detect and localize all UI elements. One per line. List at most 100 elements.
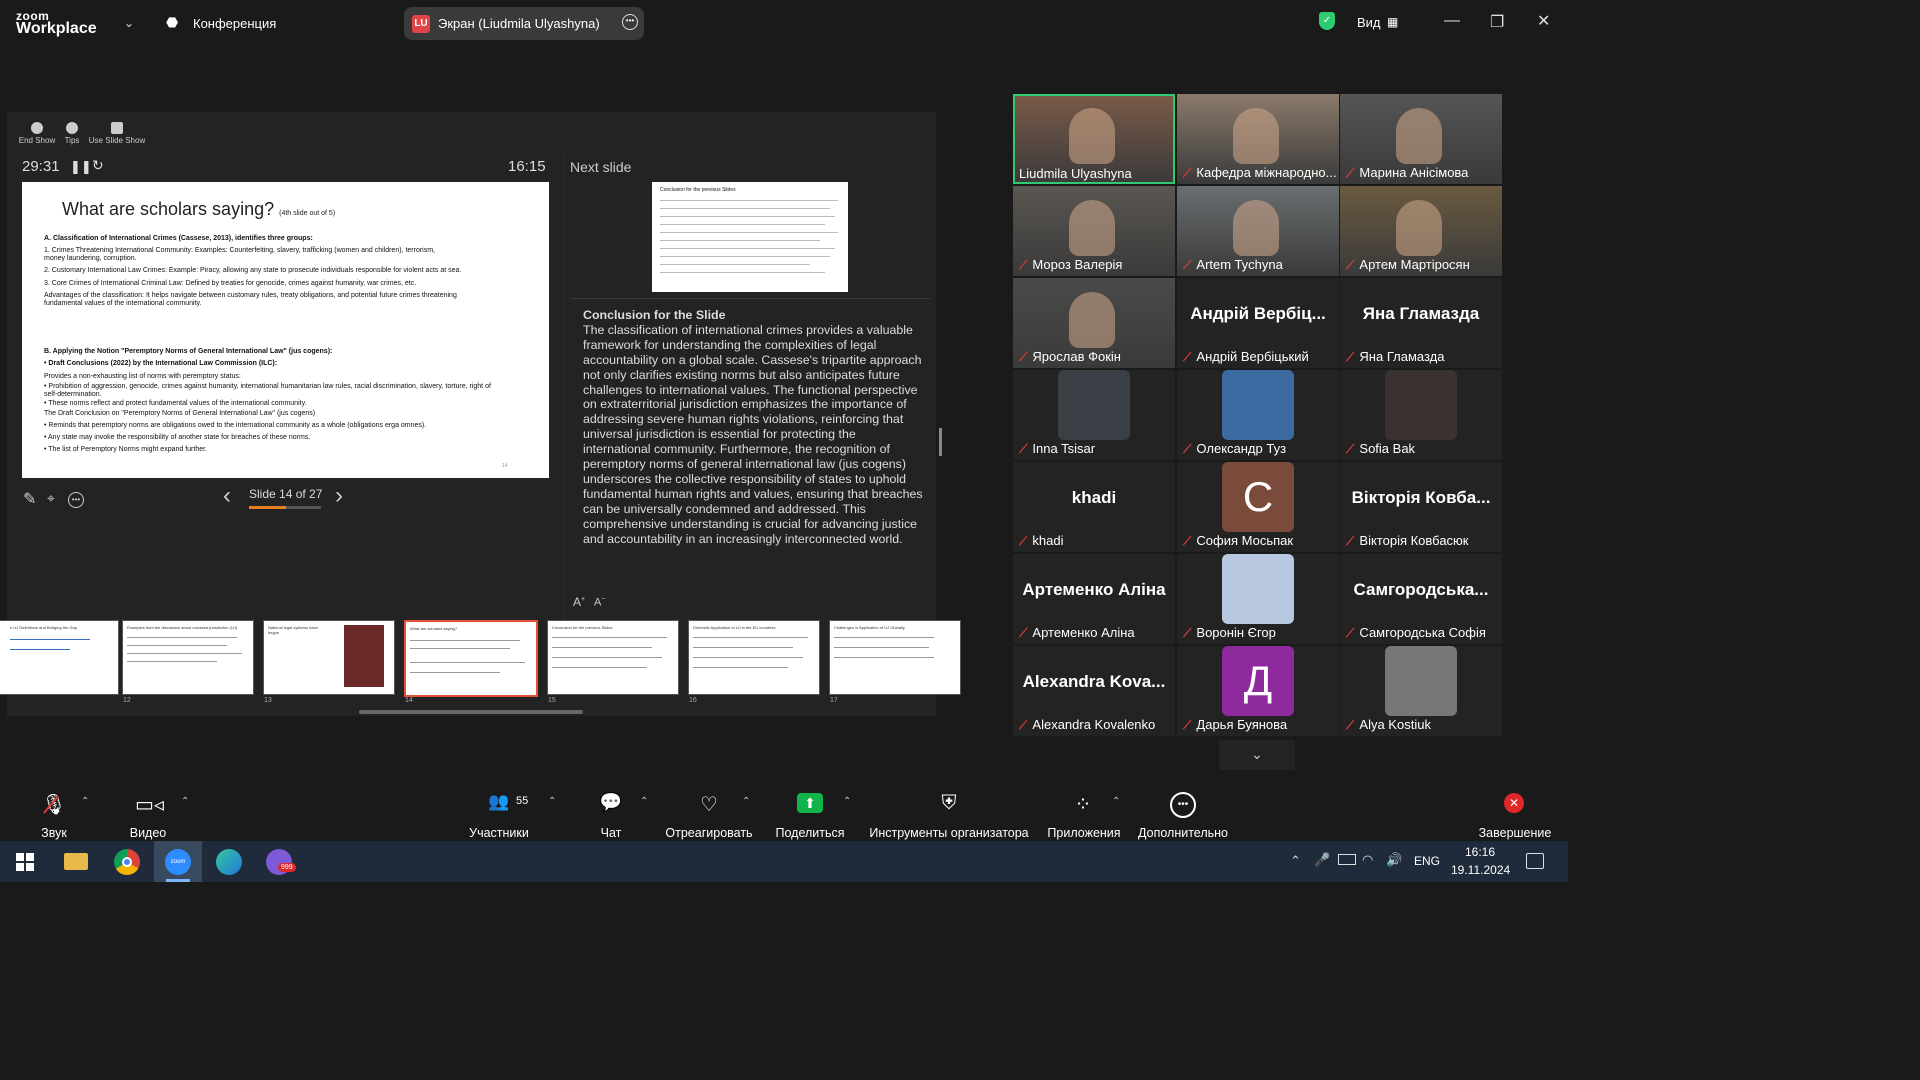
laser-pointer-icon[interactable]: ⌖ <box>47 490 55 507</box>
chevron-up-icon[interactable]: ⌃ <box>548 796 556 807</box>
view-button[interactable]: Вид <box>1357 15 1381 30</box>
participant-tile[interactable]: Артеменко Аліна ⟋ Артеменко Аліна <box>1013 554 1175 644</box>
participant-tile[interactable]: Alexandra Kova... ⟋ Alexandra Kovalenko <box>1013 646 1175 736</box>
participant-tile[interactable]: ⟋ Олександр Туз <box>1177 370 1339 460</box>
chat-icon[interactable]: 💬 <box>598 792 624 813</box>
resize-handle[interactable] <box>939 428 942 456</box>
slide-thumbnail[interactable]: Conclusion for the previous Slides <box>547 620 679 695</box>
more-options-icon[interactable]: ••• <box>622 14 638 30</box>
decrease-font-icon[interactable]: A− <box>594 596 605 609</box>
slide-thumbnail[interactable]: Examples from the discussion about unive… <box>122 620 254 695</box>
previous-slide-icon[interactable]: ‹ <box>223 482 231 510</box>
edge-icon[interactable] <box>216 849 242 875</box>
heart-icon[interactable]: ♡ <box>696 792 722 817</box>
slide-thumbnail[interactable]: Challenges in Application of UJ Globally <box>829 620 961 695</box>
text-line <box>834 647 929 648</box>
react-button[interactable]: Отреагировать <box>664 826 754 840</box>
more-icon[interactable]: ••• <box>1170 792 1196 818</box>
video-button[interactable]: Видео <box>122 826 174 840</box>
chevron-up-icon[interactable]: ⌃ <box>843 796 851 807</box>
slide-thumbnail-current[interactable]: What are scholars saying? <box>404 620 538 697</box>
chevron-up-icon[interactable]: ⌃ <box>1290 853 1301 869</box>
wifi-icon[interactable]: ◠ <box>1362 852 1373 868</box>
tips-button[interactable]: Tips <box>62 122 82 145</box>
end-show-button[interactable]: End Show <box>17 122 57 145</box>
participant-tile[interactable]: ⟋ Alya Kostiuk <box>1340 646 1502 736</box>
file-explorer-icon[interactable] <box>64 853 88 870</box>
more-button[interactable]: Дополнительно <box>1135 826 1231 840</box>
participant-tile[interactable]: Андрій Вербіц... ⟋ Андрій Вербіцький <box>1177 278 1339 368</box>
participant-tile[interactable]: Liudmila Ulyashyna <box>1013 94 1175 184</box>
end-button[interactable]: Завершение <box>1476 826 1554 840</box>
input-language[interactable]: ENG <box>1414 854 1440 868</box>
speaker-icon[interactable]: 🔊 <box>1386 852 1402 868</box>
participant-tile[interactable]: ⟋ Кафедра міжнародно... <box>1177 94 1339 184</box>
slide-thumbnail[interactable]: n UJ Definitions and Bridging the Gap <box>0 620 119 695</box>
taskbar-date[interactable]: 19.11.2024 <box>1451 863 1510 877</box>
slide-line: The Draft Conclusion on "Peremptory Norm… <box>44 410 316 417</box>
use-slide-show-button[interactable]: Use Slide Show <box>87 122 147 145</box>
logo-pane <box>26 863 34 871</box>
chevron-up-icon[interactable]: ⌃ <box>1112 796 1120 807</box>
chrome-icon[interactable] <box>114 849 140 875</box>
participant-tile[interactable]: ⟋ Марина Анісімова <box>1340 94 1502 184</box>
participant-tile[interactable]: ⟋ Sofia Bak <box>1340 370 1502 460</box>
restart-icon[interactable]: ↻ <box>92 157 104 174</box>
participant-tile[interactable]: ⟋ Воронін Єгор <box>1177 554 1339 644</box>
participant-tile[interactable]: ⟋ Inna Tsisar <box>1013 370 1175 460</box>
share-button[interactable]: Поделиться <box>774 826 846 840</box>
next-slide-icon[interactable]: › <box>335 482 343 510</box>
chevron-up-icon[interactable]: ⌃ <box>181 796 189 807</box>
more-options-icon[interactable]: ••• <box>68 492 84 508</box>
text-line <box>660 264 810 265</box>
taskbar-active-app[interactable]: zoom <box>154 841 202 882</box>
screen-share-pill[interactable]: LU Экран (Liudmila Ulyashyna) ••• <box>404 7 644 40</box>
increase-font-icon[interactable]: A+ <box>573 595 585 609</box>
minimize-icon[interactable]: — <box>1444 12 1460 30</box>
close-icon[interactable]: ✕ <box>1537 11 1550 31</box>
participant-tile[interactable]: ⟋ Ярослав Фокін <box>1013 278 1175 368</box>
pause-icon[interactable]: ❚❚ <box>70 159 92 175</box>
participant-tile[interactable]: Д ⟋ Дарья Буянова <box>1177 646 1339 736</box>
participant-tile[interactable]: khadi ⟋ khadi <box>1013 462 1175 552</box>
video-camera-icon[interactable]: ▭◃ <box>135 792 164 817</box>
apps-button[interactable]: Приложения <box>1043 826 1125 840</box>
participants-button[interactable]: Участники <box>464 826 534 840</box>
share-arrow-icon[interactable]: ⬆ <box>797 793 823 813</box>
participant-tile[interactable]: C ⟋ София Мосьпак <box>1177 462 1339 552</box>
next-slide-preview[interactable]: Conclusion for the previous Slides <box>652 182 848 292</box>
shield-icon[interactable]: ⛨ <box>936 792 962 815</box>
participant-tile[interactable]: ⟋ Artem Tychyna <box>1177 186 1339 276</box>
chevron-up-icon[interactable]: ⌃ <box>640 796 648 807</box>
restore-icon[interactable]: ❐ <box>1490 12 1504 32</box>
slide-thumbnail[interactable]: Domestic Application of UJ in the EU cou… <box>688 620 820 695</box>
chevron-up-icon[interactable]: ⌃ <box>81 796 89 807</box>
participant-tile[interactable]: ⟋ Артем Мартіросян <box>1340 186 1502 276</box>
notifications-icon[interactable] <box>1526 853 1544 869</box>
chat-button[interactable]: Чат <box>595 826 627 840</box>
thumbnail-scrollbar[interactable] <box>359 710 583 714</box>
participant-tile[interactable]: Яна Гламазда ⟋ Яна Гламазда <box>1340 278 1502 368</box>
end-meeting-icon[interactable]: ✕ <box>1504 793 1524 813</box>
shield-check-icon[interactable]: ✓ <box>1319 12 1335 30</box>
battery-icon[interactable] <box>1338 854 1356 865</box>
apps-icon[interactable]: ⁘ <box>1070 792 1096 817</box>
host-tools-button[interactable]: Инструменты организатора <box>866 826 1032 840</box>
windows-start-icon[interactable] <box>16 853 34 871</box>
microphone-icon[interactable]: 🎤 <box>1314 852 1330 868</box>
chevron-down-icon[interactable]: ⌄ <box>124 16 134 30</box>
participant-tile[interactable]: ⟋ Мороз Валерія <box>1013 186 1175 276</box>
participant-tile[interactable]: Самгородська... ⟋ Самгородська Софія <box>1340 554 1502 644</box>
participant-tile[interactable]: Вікторія Ковба... ⟋ Вікторія Ковбасюк <box>1340 462 1502 552</box>
taskbar-time[interactable]: 16:16 <box>1465 845 1495 859</box>
grid-icon[interactable]: ▦ <box>1387 15 1398 29</box>
slide-thumbnail[interactable]: National legal systems have begun <box>263 620 395 695</box>
chevron-down-icon[interactable]: ⌄ <box>1219 740 1295 770</box>
participants-icon[interactable]: 👥 <box>486 792 512 812</box>
thumbnail-title: Examples from the discussion about unive… <box>127 625 238 630</box>
audio-button[interactable]: Звук <box>30 826 78 840</box>
thumbnail-title: n UJ Definitions and Bridging the Gap <box>10 625 77 630</box>
pen-icon[interactable]: ✎ <box>23 489 36 509</box>
conference-button[interactable]: Конференция <box>193 16 276 31</box>
chevron-up-icon[interactable]: ⌃ <box>742 796 750 807</box>
